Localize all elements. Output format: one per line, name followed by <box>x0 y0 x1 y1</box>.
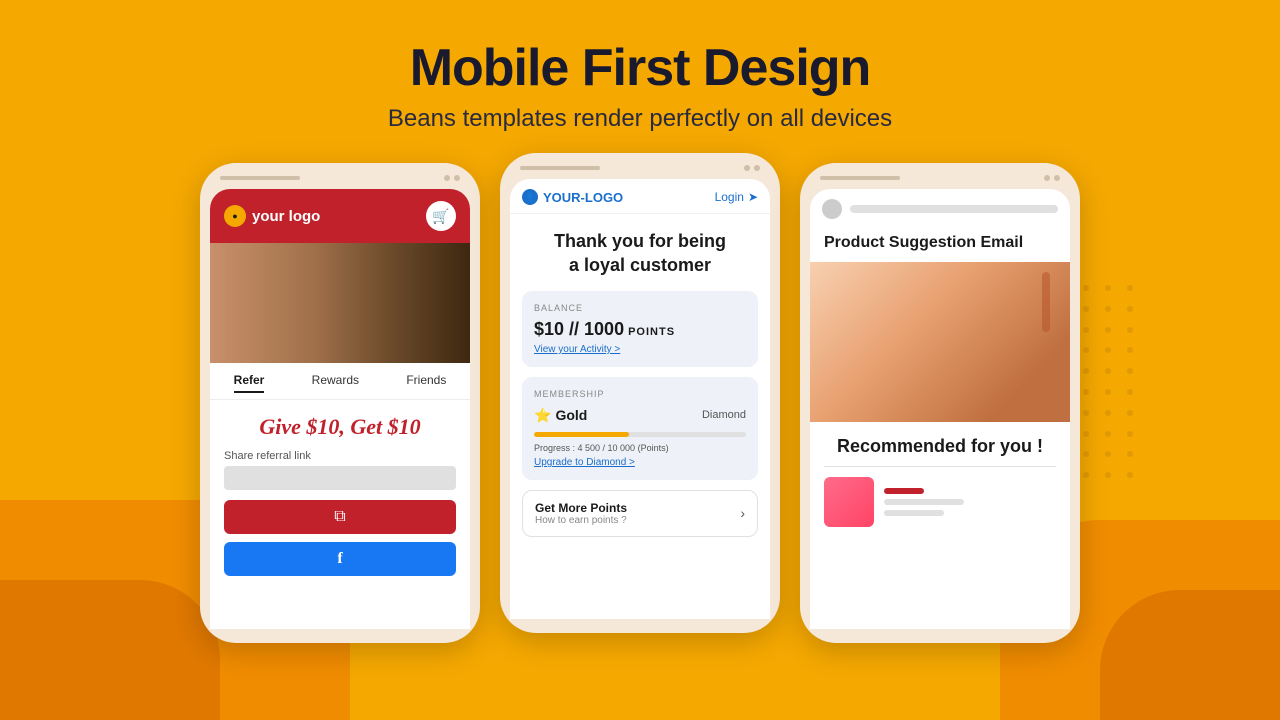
phone3-email-subject: Product Suggestion Email <box>810 227 1070 262</box>
copy-icon: ⧉ <box>334 508 345 526</box>
phone3-email-header <box>810 189 1070 227</box>
phone2-notch <box>510 165 770 179</box>
phone2-get-points-title: Get More Points <box>535 501 627 515</box>
phone2-logo: 👤 YOUR-LOGO <box>522 189 623 205</box>
logo-bean-icon: ● <box>232 211 237 221</box>
tab-rewards[interactable]: Rewards <box>312 373 359 393</box>
phone2-app-header: 👤 YOUR-LOGO Login ➤ <box>510 179 770 214</box>
phone3-sender-avatar <box>822 199 842 219</box>
phone1-dots <box>444 175 460 181</box>
phone1-logo-icon: ● <box>224 205 246 227</box>
phone-product-suggestion: Product Suggestion Email Recommended for… <box>800 163 1080 643</box>
phone2-title-line1: Thank you for being <box>524 230 756 253</box>
phone3-dot1 <box>1044 175 1050 181</box>
phone2-dots <box>744 165 760 171</box>
page-title: Mobile First Design <box>0 40 1280 97</box>
phone2-progress-fill <box>534 432 629 437</box>
phone1-copy-button[interactable]: ⧉ <box>224 500 456 534</box>
phone2-login-button[interactable]: Login ➤ <box>715 190 758 204</box>
page-subtitle: Beans templates render perfectly on all … <box>0 105 1280 133</box>
hero-img-overlay <box>810 262 1070 422</box>
phone3-product-row <box>810 467 1070 537</box>
phone1-link-input[interactable] <box>224 466 456 490</box>
phone1-app-header: ● your logo 🛒 <box>210 189 470 243</box>
phone2-screen: 👤 YOUR-LOGO Login ➤ Thank you for being … <box>510 179 770 619</box>
phone2-gold-badge: ⭐ Gold <box>534 407 587 424</box>
phone2-notch-line <box>520 166 600 170</box>
phone3-product-bar-price <box>884 510 944 516</box>
phone2-gold-text: Gold <box>555 407 587 423</box>
hero-bg <box>210 243 470 363</box>
phone3-product-hero-image <box>810 262 1070 422</box>
facebook-icon: f <box>337 550 342 568</box>
phone1-share-label: Share referral link <box>210 450 470 466</box>
phone2-dot1 <box>744 165 750 171</box>
chevron-right-icon: › <box>740 505 745 521</box>
phone2-title-line2: a loyal customer <box>524 254 756 277</box>
arrow-icon: ➤ <box>748 190 758 204</box>
phone3-notch <box>810 175 1070 189</box>
phone2-loyalty-title: Thank you for being a loyal customer <box>510 214 770 291</box>
phone2-diamond-text: Diamond <box>702 409 746 421</box>
phone3-product-bar-accent <box>884 488 924 494</box>
phone1-hero-image <box>210 243 470 363</box>
phone1-screen: ● your logo 🛒 Refer Rewards Friends <box>210 189 470 629</box>
phone1-facebook-button[interactable]: f <box>224 542 456 576</box>
phone2-balance-points: POINTS <box>628 326 675 338</box>
star-icon: ⭐ <box>534 407 551 424</box>
phone1-logo-text: your logo <box>252 208 320 225</box>
phone3-dots <box>1044 175 1060 181</box>
phone2-login-text: Login <box>715 190 744 204</box>
phone3-recommended-title: Recommended for you ! <box>810 422 1070 466</box>
phone1-give-text: Give $10, Get $10 <box>210 400 470 450</box>
phone3-product-bar-title <box>884 499 964 505</box>
phone1-dot1 <box>444 175 450 181</box>
phone1-notch-line <box>220 176 300 180</box>
phone2-balance-card: BALANCE $10 // 1000 POINTS View your Act… <box>522 291 758 367</box>
phone2-progress-text: Progress : 4 500 / 10 000 (Points) <box>534 443 746 453</box>
phone2-get-points-text: Get More Points How to earn points ? <box>535 501 627 526</box>
phone2-membership-label: MEMBERSHIP <box>534 389 746 399</box>
phone2-membership-row: ⭐ Gold Diamond <box>534 407 746 424</box>
phones-container: ● your logo 🛒 Refer Rewards Friends <box>0 153 1280 643</box>
tab-refer[interactable]: Refer <box>234 373 265 393</box>
cart-icon: 🛒 <box>432 208 449 225</box>
phone3-dot2 <box>1054 175 1060 181</box>
dropper-icon <box>1042 272 1050 332</box>
tab-friends[interactable]: Friends <box>406 373 446 393</box>
phone1-notch <box>210 175 470 189</box>
page-header: Mobile First Design Beans templates rend… <box>0 0 1280 153</box>
phone2-balance-amount: $10 // 1000 <box>534 319 624 340</box>
phone3-subject-line-bar <box>850 205 1058 213</box>
phone3-product-info <box>884 488 1056 516</box>
phone3-product-thumbnail <box>824 477 874 527</box>
phone-loyalty: 👤 YOUR-LOGO Login ➤ Thank you for being … <box>500 153 780 633</box>
phone2-logo-icon: 👤 <box>522 189 538 205</box>
phone-referral: ● your logo 🛒 Refer Rewards Friends <box>200 163 480 643</box>
person-icon: 👤 <box>525 193 535 202</box>
phone2-balance-label: BALANCE <box>534 303 746 313</box>
phone2-logo-text: YOUR-LOGO <box>543 190 623 205</box>
phone1-tabs: Refer Rewards Friends <box>210 363 470 400</box>
phone2-get-points-card[interactable]: Get More Points How to earn points ? › <box>522 490 758 537</box>
phone2-progress-bar <box>534 432 746 437</box>
phone2-upgrade-link[interactable]: Upgrade to Diamond > <box>534 457 746 468</box>
phone2-dot2 <box>754 165 760 171</box>
phone3-notch-line <box>820 176 900 180</box>
phone3-screen: Product Suggestion Email Recommended for… <box>810 189 1070 629</box>
phone2-view-activity-link[interactable]: View your Activity > <box>534 344 746 355</box>
phone2-get-points-subtitle: How to earn points ? <box>535 515 627 526</box>
phone2-membership-card: MEMBERSHIP ⭐ Gold Diamond Progress : 4 5… <box>522 377 758 480</box>
phone1-dot2 <box>454 175 460 181</box>
phone1-cart-button[interactable]: 🛒 <box>426 201 456 231</box>
phone1-logo-area: ● your logo <box>224 205 320 227</box>
phone2-balance-row: $10 // 1000 POINTS <box>534 319 746 340</box>
